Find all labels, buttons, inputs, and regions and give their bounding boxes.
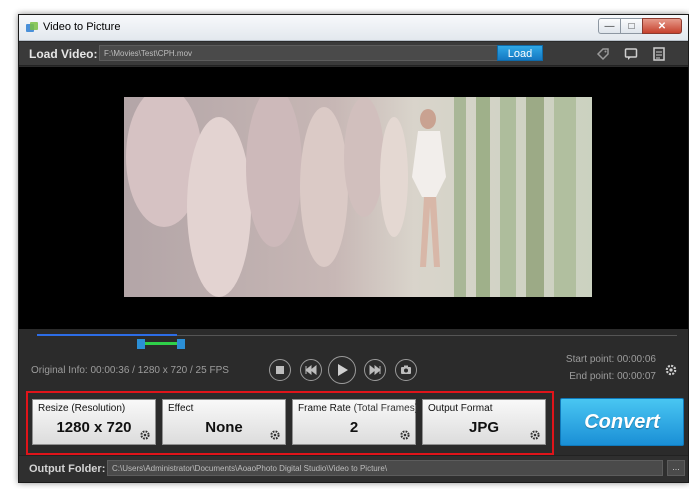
video-frame-image — [124, 97, 592, 297]
start-point-label: Start point: 00:00:06 — [565, 354, 656, 365]
gear-icon[interactable] — [664, 363, 678, 377]
gear-icon[interactable] — [269, 429, 281, 441]
effect-option[interactable]: Effect None — [162, 399, 286, 445]
gear-icon[interactable] — [139, 429, 151, 441]
output-options-panel: Resize (Resolution) 1280 x 720 Effect No… — [26, 391, 554, 455]
play-button[interactable] — [328, 356, 356, 384]
output-folder-field[interactable]: C:\Users\Administrator\Documents\AoaoPho… — [107, 460, 663, 476]
load-button[interactable]: Load — [497, 45, 543, 61]
stop-icon — [276, 366, 284, 374]
start-marker-handle[interactable] — [137, 339, 145, 349]
play-icon — [338, 364, 348, 376]
stop-button[interactable] — [269, 359, 291, 381]
end-point-label: End point: 00:00:07 — [569, 371, 656, 382]
output-format-option[interactable]: Output Format JPG — [422, 399, 546, 445]
resize-value: 1280 x 720 — [56, 419, 132, 436]
video-path-field[interactable]: F:\Movies\Test\CPH.mov — [99, 45, 543, 61]
output-format-value: JPG — [468, 419, 499, 436]
frame-rate-label: Frame Rate (Total Frames) — [298, 403, 419, 414]
app-logo-icon — [26, 22, 38, 32]
video-preview — [19, 67, 688, 329]
convert-button[interactable]: Convert — [560, 398, 684, 446]
timeline-progress — [37, 334, 177, 336]
app-window: Video to Picture — □ ✕ Load Video: F:\Mo… — [18, 14, 689, 483]
title-bar: Video to Picture — □ ✕ — [19, 15, 688, 41]
camera-icon — [401, 365, 411, 374]
frame-rate-value: 2 — [349, 419, 359, 436]
load-video-bar: Load Video: F:\Movies\Test\CPH.mov Load — [19, 42, 688, 66]
skip-forward-icon — [369, 365, 381, 375]
skip-back-icon — [305, 365, 317, 375]
playback-controls: Original Info: 00:00:36 / 1280 x 720 / 2… — [19, 329, 688, 389]
load-video-label: Load Video: — [29, 47, 98, 61]
browse-button[interactable]: ... — [667, 460, 685, 476]
gear-icon[interactable] — [529, 429, 541, 441]
output-folder-label: Output Folder: — [29, 463, 106, 475]
output-folder-bar: Output Folder: C:\Users\Administrator\Do… — [19, 455, 688, 482]
document-icon[interactable] — [652, 47, 666, 61]
window-controls: — □ ✕ — [598, 18, 682, 34]
previous-button[interactable] — [300, 359, 322, 381]
effect-value: None — [205, 419, 243, 436]
effect-label: Effect — [168, 403, 194, 414]
frame-rate-option[interactable]: Frame Rate (Total Frames) 2 — [292, 399, 419, 445]
resize-option[interactable]: Resize (Resolution) 1280 x 720 — [32, 399, 156, 445]
snapshot-button[interactable] — [395, 359, 417, 381]
output-format-label: Output Format — [428, 403, 493, 414]
close-icon[interactable]: ✕ — [642, 18, 682, 34]
minimize-icon[interactable]: — — [598, 18, 620, 34]
gear-icon[interactable] — [399, 429, 411, 441]
comment-icon[interactable] — [624, 47, 638, 61]
original-info: Original Info: 00:00:36 / 1280 x 720 / 2… — [31, 365, 229, 376]
maximize-icon[interactable]: □ — [620, 18, 642, 34]
resize-label: Resize (Resolution) — [38, 403, 126, 414]
tag-icon[interactable] — [596, 47, 610, 61]
window-title: Video to Picture — [43, 21, 121, 33]
end-marker-handle[interactable] — [177, 339, 185, 349]
next-button[interactable] — [364, 359, 386, 381]
frame-rate-sublabel: (Total Frames) — [353, 403, 419, 414]
